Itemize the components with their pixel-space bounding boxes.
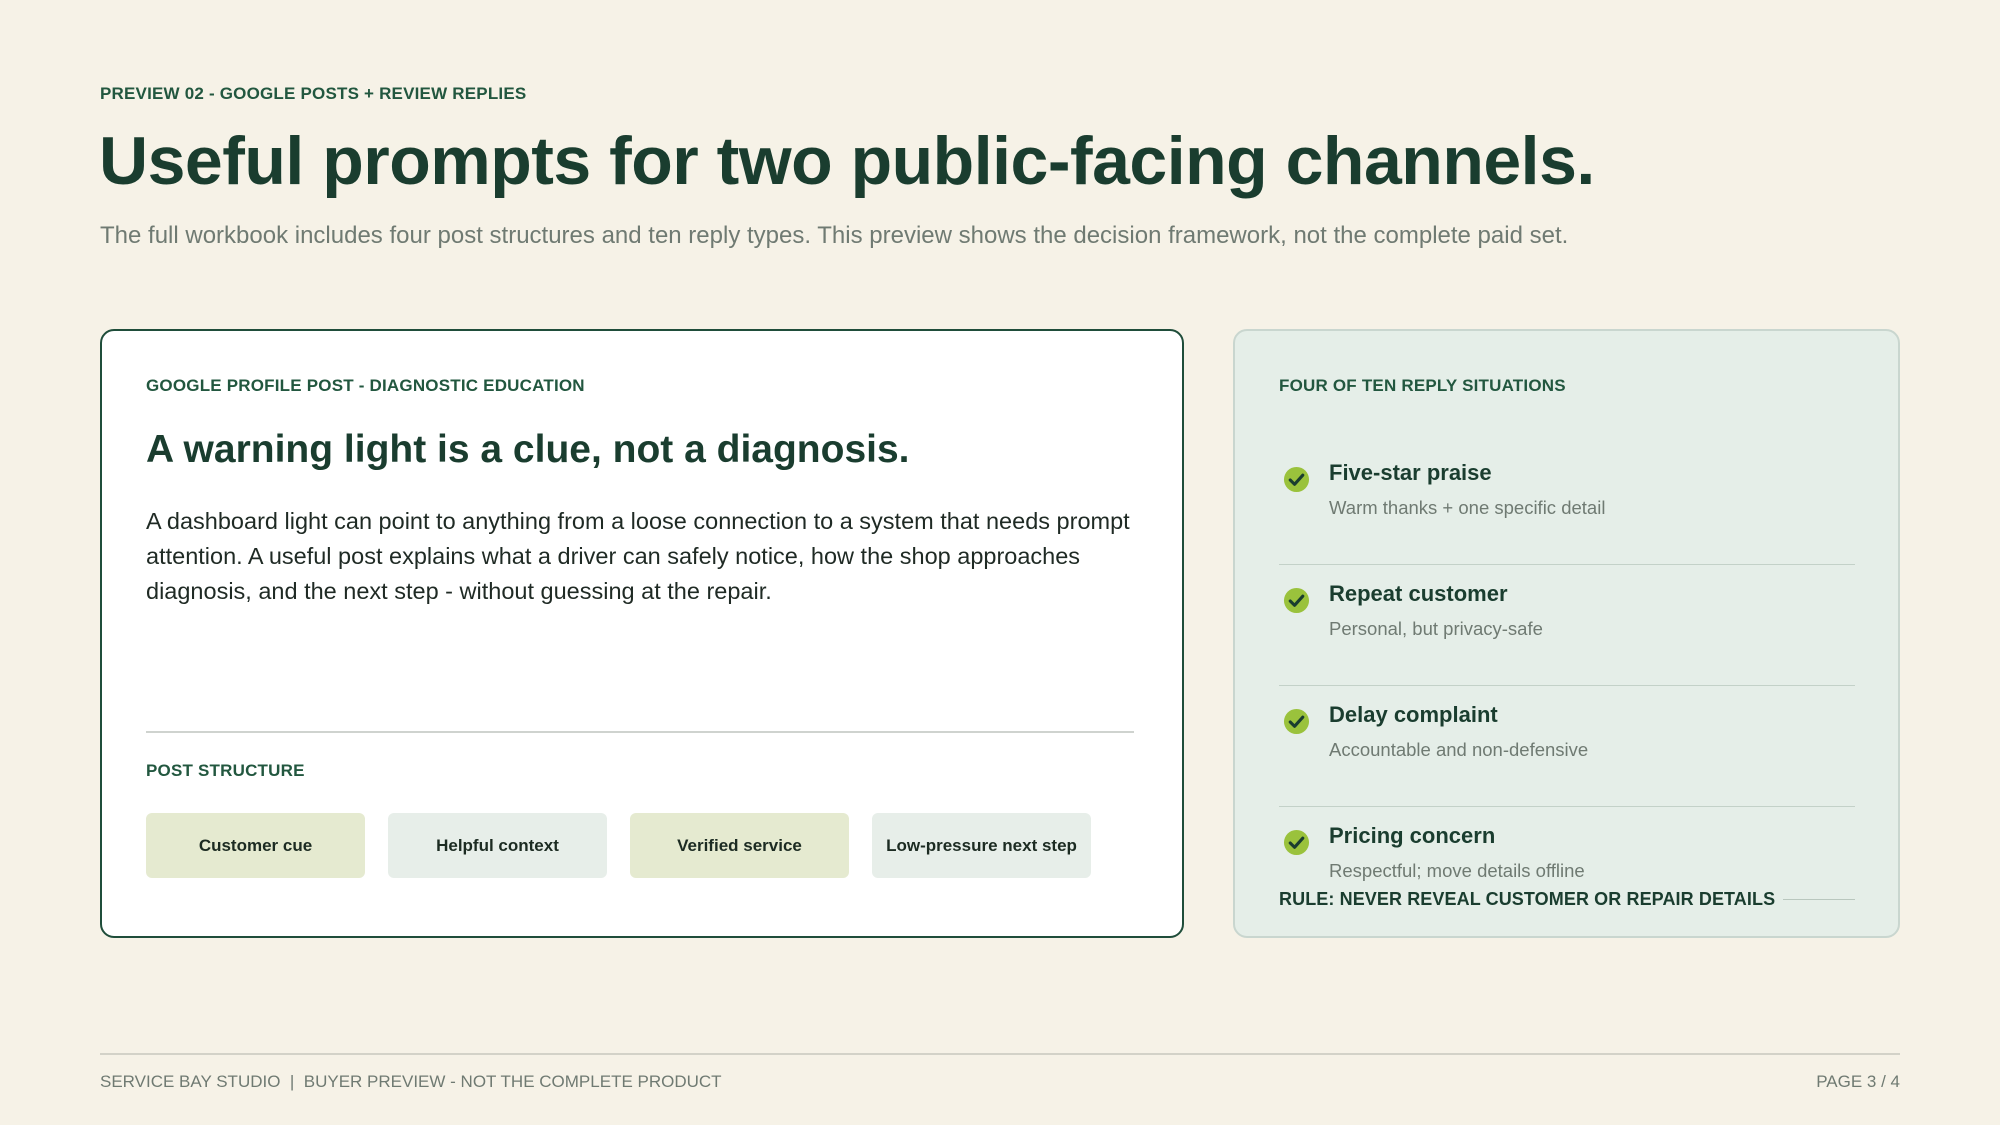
check-circle-icon bbox=[1283, 708, 1310, 735]
chip-customer-cue: Customer cue bbox=[146, 813, 365, 878]
reply-item: Five-star praise Warm thanks + one speci… bbox=[1279, 444, 1855, 565]
reply-item-desc: Warm thanks + one specific detail bbox=[1329, 497, 1606, 518]
post-card-eyebrow: GOOGLE PROFILE POST - DIAGNOSTIC EDUCATI… bbox=[146, 376, 585, 395]
reply-item: Delay complaint Accountable and non-defe… bbox=[1279, 686, 1855, 807]
post-structure-label: POST STRUCTURE bbox=[146, 761, 305, 780]
page-number: PAGE 3 / 4 bbox=[1816, 1072, 1900, 1091]
post-structure-chips: Customer cue Helpful context Verified se… bbox=[146, 813, 1091, 878]
post-card-headline: A warning light is a clue, not a diagnos… bbox=[146, 428, 910, 471]
page-title: Useful prompts for two public-facing cha… bbox=[99, 123, 1595, 199]
reply-item: Repeat customer Personal, but privacy-sa… bbox=[1279, 565, 1855, 686]
post-card-body: A dashboard light can point to anything … bbox=[146, 508, 1130, 604]
check-circle-icon bbox=[1283, 466, 1310, 493]
page: PREVIEW 02 - GOOGLE POSTS + REVIEW REPLI… bbox=[0, 0, 2000, 1125]
reply-item-name: Delay complaint bbox=[1329, 702, 1498, 727]
chip-helpful-context: Helpful context bbox=[388, 813, 607, 878]
check-circle-icon bbox=[1283, 587, 1310, 614]
chip-low-pressure-next-step: Low-pressure next step bbox=[872, 813, 1091, 878]
footer-divider bbox=[100, 1053, 1900, 1055]
footer-brand: SERVICE BAY STUDIO | BUYER PREVIEW - NOT… bbox=[100, 1072, 722, 1091]
page-eyebrow: PREVIEW 02 - GOOGLE POSTS + REVIEW REPLI… bbox=[100, 84, 527, 103]
reply-item: Pricing concern Respectful; move details… bbox=[1279, 807, 1855, 887]
reply-item-name: Pricing concern bbox=[1329, 823, 1496, 848]
privacy-rule-text: RULE: NEVER REVEAL CUSTOMER OR REPAIR DE… bbox=[1279, 888, 1776, 909]
google-post-card: GOOGLE PROFILE POST - DIAGNOSTIC EDUCATI… bbox=[100, 329, 1184, 938]
privacy-rule: RULE: NEVER REVEAL CUSTOMER OR REPAIR DE… bbox=[1279, 888, 1855, 910]
chip-verified-service: Verified service bbox=[630, 813, 849, 878]
privacy-rule-line bbox=[1783, 898, 1855, 900]
reply-item-desc: Personal, but privacy-safe bbox=[1329, 618, 1543, 639]
reply-item-desc: Accountable and non-defensive bbox=[1329, 739, 1589, 760]
page-subtitle: The full workbook includes four post str… bbox=[100, 222, 1569, 249]
reply-item-name: Five-star praise bbox=[1329, 460, 1492, 485]
reply-card-eyebrow: FOUR OF TEN REPLY SITUATIONS bbox=[1279, 376, 1566, 395]
reply-item-name: Repeat customer bbox=[1329, 581, 1508, 606]
reply-situations-card: FOUR OF TEN REPLY SITUATIONS Five-star p… bbox=[1233, 329, 1900, 938]
post-card-divider bbox=[146, 731, 1134, 733]
reply-item-desc: Respectful; move details offline bbox=[1329, 860, 1585, 881]
check-circle-icon bbox=[1283, 829, 1310, 856]
